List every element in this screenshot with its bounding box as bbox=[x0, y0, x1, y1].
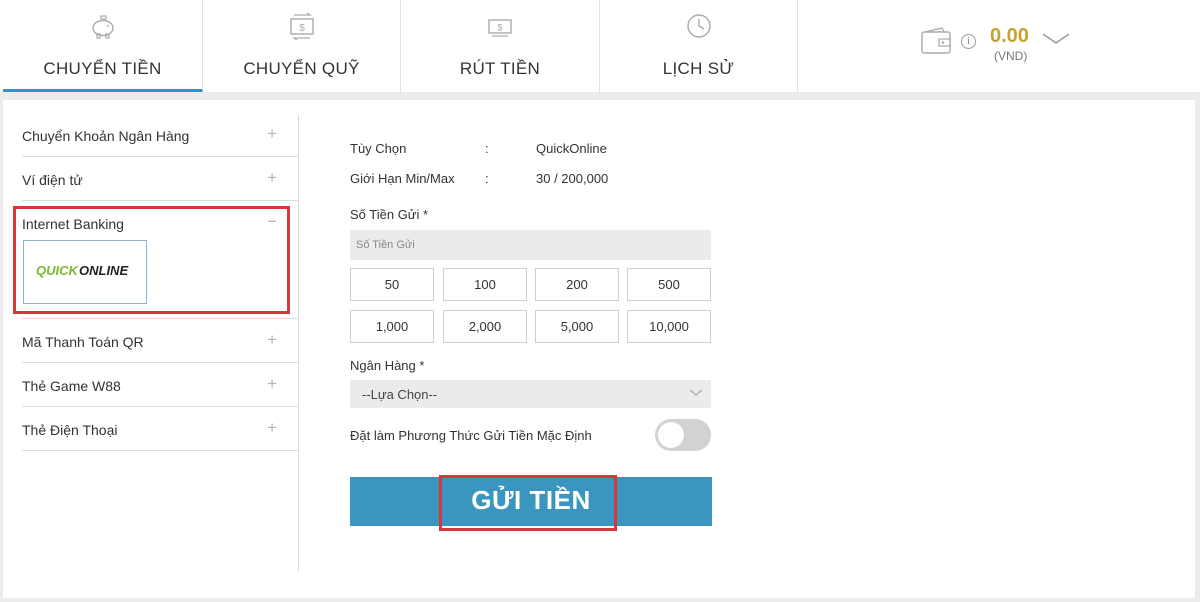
amount-label: Số Tiền Gửi * bbox=[350, 207, 429, 222]
sidebar-item-bank-transfer[interactable]: Chuyển Khoản Ngân Hàng + bbox=[22, 113, 299, 157]
money-transfer-icon: $ bbox=[289, 12, 314, 41]
chevron-down-icon[interactable] bbox=[1042, 32, 1070, 46]
limit-separator: : bbox=[485, 171, 489, 186]
bank-label: Ngân Hàng * bbox=[350, 358, 425, 373]
bank-select-value: --Lựa Chọn-- bbox=[362, 387, 438, 402]
divider bbox=[298, 115, 299, 571]
payment-method-list: Chuyển Khoản Ngân Hàng + Ví điện tử + In… bbox=[22, 113, 299, 451]
tab-withdraw[interactable]: $ RÚT TIỀN bbox=[401, 0, 600, 92]
wallet-icon bbox=[921, 27, 951, 54]
tab-history-label: LỊCH SỬ bbox=[662, 59, 735, 78]
sidebar-item-qr-payment[interactable]: Mã Thanh Toán QR + bbox=[22, 319, 299, 363]
chevron-down-icon bbox=[689, 389, 703, 396]
tab-deposit-label: CHUYỂN TIỀN bbox=[43, 59, 162, 78]
quick-amount-button[interactable]: 10,000 bbox=[627, 310, 711, 343]
quick-amount-button[interactable]: 5,000 bbox=[535, 310, 619, 343]
quick-amount-button[interactable]: 100 bbox=[443, 268, 527, 301]
quick-amount-button[interactable]: 50 bbox=[350, 268, 434, 301]
tab-deposit[interactable]: CHUYỂN TIỀN bbox=[3, 0, 203, 92]
sidebar-item-label: Thẻ Game W88 bbox=[22, 378, 121, 394]
toggle-knob bbox=[658, 422, 684, 448]
deposit-submit-button[interactable]: GỬI TIỀN bbox=[350, 477, 712, 526]
plus-icon: + bbox=[267, 168, 277, 187]
plus-icon: + bbox=[267, 124, 277, 143]
wallet-balance: i 0.00 (VND) bbox=[920, 24, 1160, 68]
default-method-toggle[interactable] bbox=[655, 419, 711, 451]
tab-transfer-fund-label: CHUYỂN QUỸ bbox=[243, 59, 360, 78]
quickonline-logo-part2: ONLINE bbox=[79, 263, 129, 278]
info-icon[interactable]: i bbox=[961, 34, 976, 49]
sidebar-item-phone-card[interactable]: Thẻ Điện Thoại + bbox=[22, 407, 299, 451]
limit-label: Giới Hạn Min/Max bbox=[350, 171, 455, 186]
amount-input[interactable] bbox=[350, 230, 711, 260]
sidebar-item-label: Thẻ Điện Thoại bbox=[22, 422, 118, 438]
quick-amount-button[interactable]: 500 bbox=[627, 268, 711, 301]
plus-icon: + bbox=[267, 374, 277, 393]
sidebar-item-game-card[interactable]: Thẻ Game W88 + bbox=[22, 363, 299, 407]
top-navigation: CHUYỂN TIỀN $ CHUYỂN QUỸ $ RÚT TIỀN LỊCH… bbox=[0, 0, 1200, 92]
quick-amount-button[interactable]: 200 bbox=[535, 268, 619, 301]
quickonline-logo-part1: QUICK bbox=[36, 263, 78, 278]
tab-history[interactable]: LỊCH SỬ bbox=[600, 0, 798, 92]
sidebar-item-label: Mã Thanh Toán QR bbox=[22, 334, 144, 350]
svg-text:$: $ bbox=[299, 23, 305, 34]
quick-amount-button[interactable]: 1,000 bbox=[350, 310, 434, 343]
option-label: Tùy Chọn bbox=[350, 141, 407, 156]
piggy-bank-icon bbox=[91, 15, 114, 39]
tab-withdraw-label: RÚT TIỀN bbox=[459, 59, 541, 78]
option-value: QuickOnline bbox=[536, 141, 607, 156]
default-method-label: Đặt làm Phương Thức Gửi Tiền Mặc Định bbox=[350, 428, 592, 443]
option-separator: : bbox=[485, 141, 489, 156]
limit-value: 30 / 200,000 bbox=[536, 171, 609, 186]
plus-icon: + bbox=[267, 330, 277, 349]
svg-text:$: $ bbox=[497, 23, 502, 33]
sidebar-item-label: Ví điện tử bbox=[22, 172, 83, 188]
minus-icon: − bbox=[267, 212, 277, 231]
balance-currency: (VND) bbox=[994, 49, 1028, 63]
balance-amount: 0.00 bbox=[990, 25, 1029, 47]
bank-select[interactable]: --Lựa Chọn-- bbox=[350, 380, 711, 408]
quick-amount-button[interactable]: 2,000 bbox=[443, 310, 527, 343]
quickonline-option[interactable]: QUICK ONLINE bbox=[23, 240, 147, 304]
history-clock-icon bbox=[686, 14, 711, 38]
cash-withdraw-icon: $ bbox=[488, 19, 512, 37]
deposit-panel: Chuyển Khoản Ngân Hàng + Ví điện tử + In… bbox=[3, 100, 1195, 598]
sidebar-item-label: Chuyển Khoản Ngân Hàng bbox=[22, 128, 190, 144]
tab-transfer-fund[interactable]: $ CHUYỂN QUỸ bbox=[203, 0, 401, 92]
sidebar-item-label: Internet Banking bbox=[22, 216, 124, 232]
sidebar-item-internet-banking[interactable]: Internet Banking − QUICK ONLINE bbox=[22, 201, 299, 319]
plus-icon: + bbox=[267, 418, 277, 437]
sidebar-item-e-wallet[interactable]: Ví điện tử + bbox=[22, 157, 299, 201]
